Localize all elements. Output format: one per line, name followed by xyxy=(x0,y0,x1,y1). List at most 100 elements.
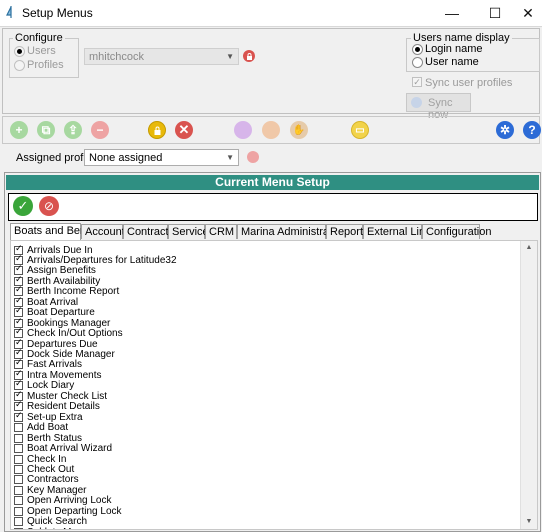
tab-external-links[interactable]: External Links xyxy=(363,224,436,239)
menu-item-row[interactable]: Berth Availability xyxy=(14,275,100,287)
tab-contracts[interactable]: Contracts xyxy=(123,224,174,239)
add-icon[interactable]: + xyxy=(10,121,28,139)
menu-item-checkbox[interactable] xyxy=(14,464,23,474)
menu-item-checkbox[interactable] xyxy=(14,423,23,433)
menu-item-row[interactable]: Boat Arrival xyxy=(14,296,78,308)
menu-item-checkbox[interactable] xyxy=(14,496,23,506)
menu-item-row[interactable]: Fast Arrivals xyxy=(14,358,83,371)
tab-crm[interactable]: CRM xyxy=(205,224,237,239)
maximize-button[interactable]: ☐ xyxy=(477,0,513,26)
assigned-profile-select[interactable]: None assigned ▼ xyxy=(84,149,239,166)
menu-item-checkbox[interactable] xyxy=(14,454,23,464)
menu-item-row[interactable]: Berth Income Report xyxy=(14,285,120,298)
user-lock-icon[interactable] xyxy=(243,50,255,62)
save-check-icon[interactable]: ✓ xyxy=(13,196,33,216)
user-select-value: mhitchcock xyxy=(89,51,145,63)
minimize-button[interactable]: — xyxy=(434,0,470,26)
menu-item-checkbox[interactable] xyxy=(14,506,23,516)
menu-item-row[interactable]: Departures Due xyxy=(14,338,98,350)
user-name-radio[interactable] xyxy=(412,57,423,68)
menu-item-row[interactable]: Open Departing Lock xyxy=(14,506,122,517)
menu-item-checkbox[interactable] xyxy=(14,411,23,422)
menu-item-row[interactable]: Set-up Extra xyxy=(14,411,83,423)
menu-item-label: Open Arriving Lock xyxy=(27,495,112,507)
list-scrollbar[interactable]: ▲ ▼ xyxy=(520,241,537,529)
handshake-icon[interactable]: ✋ xyxy=(290,121,308,139)
menu-item-checkbox[interactable] xyxy=(14,475,23,485)
menu-item-row[interactable]: Berth Status xyxy=(14,432,83,444)
menu-item-row[interactable]: Arrivals Due In xyxy=(14,244,93,256)
user-select[interactable]: mhitchcock ▼ xyxy=(84,48,239,65)
menu-item-row[interactable]: Lock Diary xyxy=(14,379,74,391)
copy-icon[interactable]: ⧉ xyxy=(37,121,55,139)
users-radio-label: Users xyxy=(27,45,56,57)
menu-item-checkbox[interactable] xyxy=(14,444,23,454)
menu-item-row[interactable]: Muster Check List xyxy=(14,390,107,402)
menu-item-checkbox[interactable] xyxy=(14,485,23,495)
tab-services[interactable]: Services xyxy=(168,224,214,239)
menu-item-row[interactable]: Bookings Manager xyxy=(14,317,111,329)
menu-item-row[interactable]: Boat Departure xyxy=(14,306,95,319)
app-icon xyxy=(6,6,16,18)
configure-group xyxy=(9,38,79,78)
menu-setup-header: Current Menu Setup xyxy=(6,175,539,190)
menu-item-label: Quick Search xyxy=(27,516,88,528)
delete-icon[interactable]: ✕ xyxy=(175,121,193,139)
menu-item-label: Bookings Manager xyxy=(27,317,111,329)
menu-item-row[interactable]: Add Boat xyxy=(14,422,69,434)
profiles-radio[interactable] xyxy=(14,60,25,71)
menu-item-label: Add Boat xyxy=(27,422,69,434)
menu-item-row[interactable]: Assign Benefits xyxy=(14,264,96,277)
tab-boats-and-berths[interactable]: Boats and Berths xyxy=(10,223,98,240)
assigned-profile-value: None assigned xyxy=(89,152,163,164)
help-icon[interactable]: ? xyxy=(523,121,541,139)
notes-icon[interactable]: ▭ xyxy=(351,121,369,139)
menu-item-checkbox[interactable] xyxy=(14,433,23,443)
menu-item-checkbox[interactable] xyxy=(14,517,23,527)
lock-icon[interactable] xyxy=(148,121,166,139)
tab-marina-administration[interactable]: Marina Administration xyxy=(237,224,347,239)
menu-item-row[interactable]: Check In/Out Options xyxy=(14,327,123,339)
title-divider xyxy=(0,26,542,27)
menu-item-row[interactable]: Quick Search xyxy=(14,516,88,528)
menu-item-row[interactable]: Check Out xyxy=(14,464,74,475)
menu-item-row[interactable]: Boat Arrival Wizard xyxy=(14,443,112,454)
close-button[interactable]: ✕ xyxy=(510,0,542,26)
remove-icon[interactable]: − xyxy=(91,121,109,139)
tab-accounts[interactable]: Accounts xyxy=(81,224,130,239)
export-icon[interactable]: ⇪ xyxy=(64,121,82,139)
person-icon[interactable] xyxy=(262,121,280,139)
profile-remove-icon[interactable] xyxy=(247,151,259,163)
tab-configuration[interactable]: Configuration xyxy=(422,224,491,239)
chevron-down-icon: ▼ xyxy=(226,52,234,61)
menu-item-row[interactable]: Contractors xyxy=(14,474,79,485)
scroll-up-icon[interactable]: ▲ xyxy=(521,241,537,255)
login-name-radio[interactable] xyxy=(412,44,423,55)
menu-item-row[interactable]: Arrivals/Departures for Latitude32 xyxy=(14,254,177,266)
sync-profiles-checkbox[interactable]: ✓ xyxy=(412,77,422,87)
group-icon[interactable] xyxy=(234,121,252,139)
sync-now-button[interactable]: Sync now xyxy=(406,93,471,121)
login-name-label: Login name xyxy=(425,43,483,55)
menu-item-row[interactable]: Check In xyxy=(14,454,66,465)
cancel-icon[interactable]: ⊘ xyxy=(39,196,59,216)
menu-item-label: Berth Status xyxy=(27,432,83,444)
tab-reports[interactable]: Reports xyxy=(326,224,369,239)
menu-item-row[interactable]: Open Arriving Lock xyxy=(14,495,112,507)
users-radio[interactable] xyxy=(14,46,25,57)
menu-item-label: Fast Arrivals xyxy=(27,359,83,371)
menu-item-label: Arrivals Due In xyxy=(27,244,93,256)
scroll-down-icon[interactable]: ▼ xyxy=(521,515,537,529)
menu-item-label: Assign Benefits xyxy=(27,265,96,277)
menu-item-label: Boat Departure xyxy=(27,307,95,319)
menu-item-label: Departures Due xyxy=(27,338,98,350)
menu-item-row[interactable]: Key Manager xyxy=(14,485,86,496)
menu-item-label: Berth Income Report xyxy=(27,286,120,298)
menu-item-row[interactable]: Sublets Manager xyxy=(14,527,103,529)
menu-item-row[interactable]: Intra Movements xyxy=(14,369,101,381)
menu-item-row[interactable]: Dock Side Manager xyxy=(14,348,115,360)
settings-icon[interactable]: ✲ xyxy=(496,121,514,139)
sync-icon xyxy=(411,97,422,108)
menu-item-checkbox[interactable] xyxy=(14,527,23,529)
menu-item-row[interactable]: Resident Details xyxy=(14,400,100,412)
